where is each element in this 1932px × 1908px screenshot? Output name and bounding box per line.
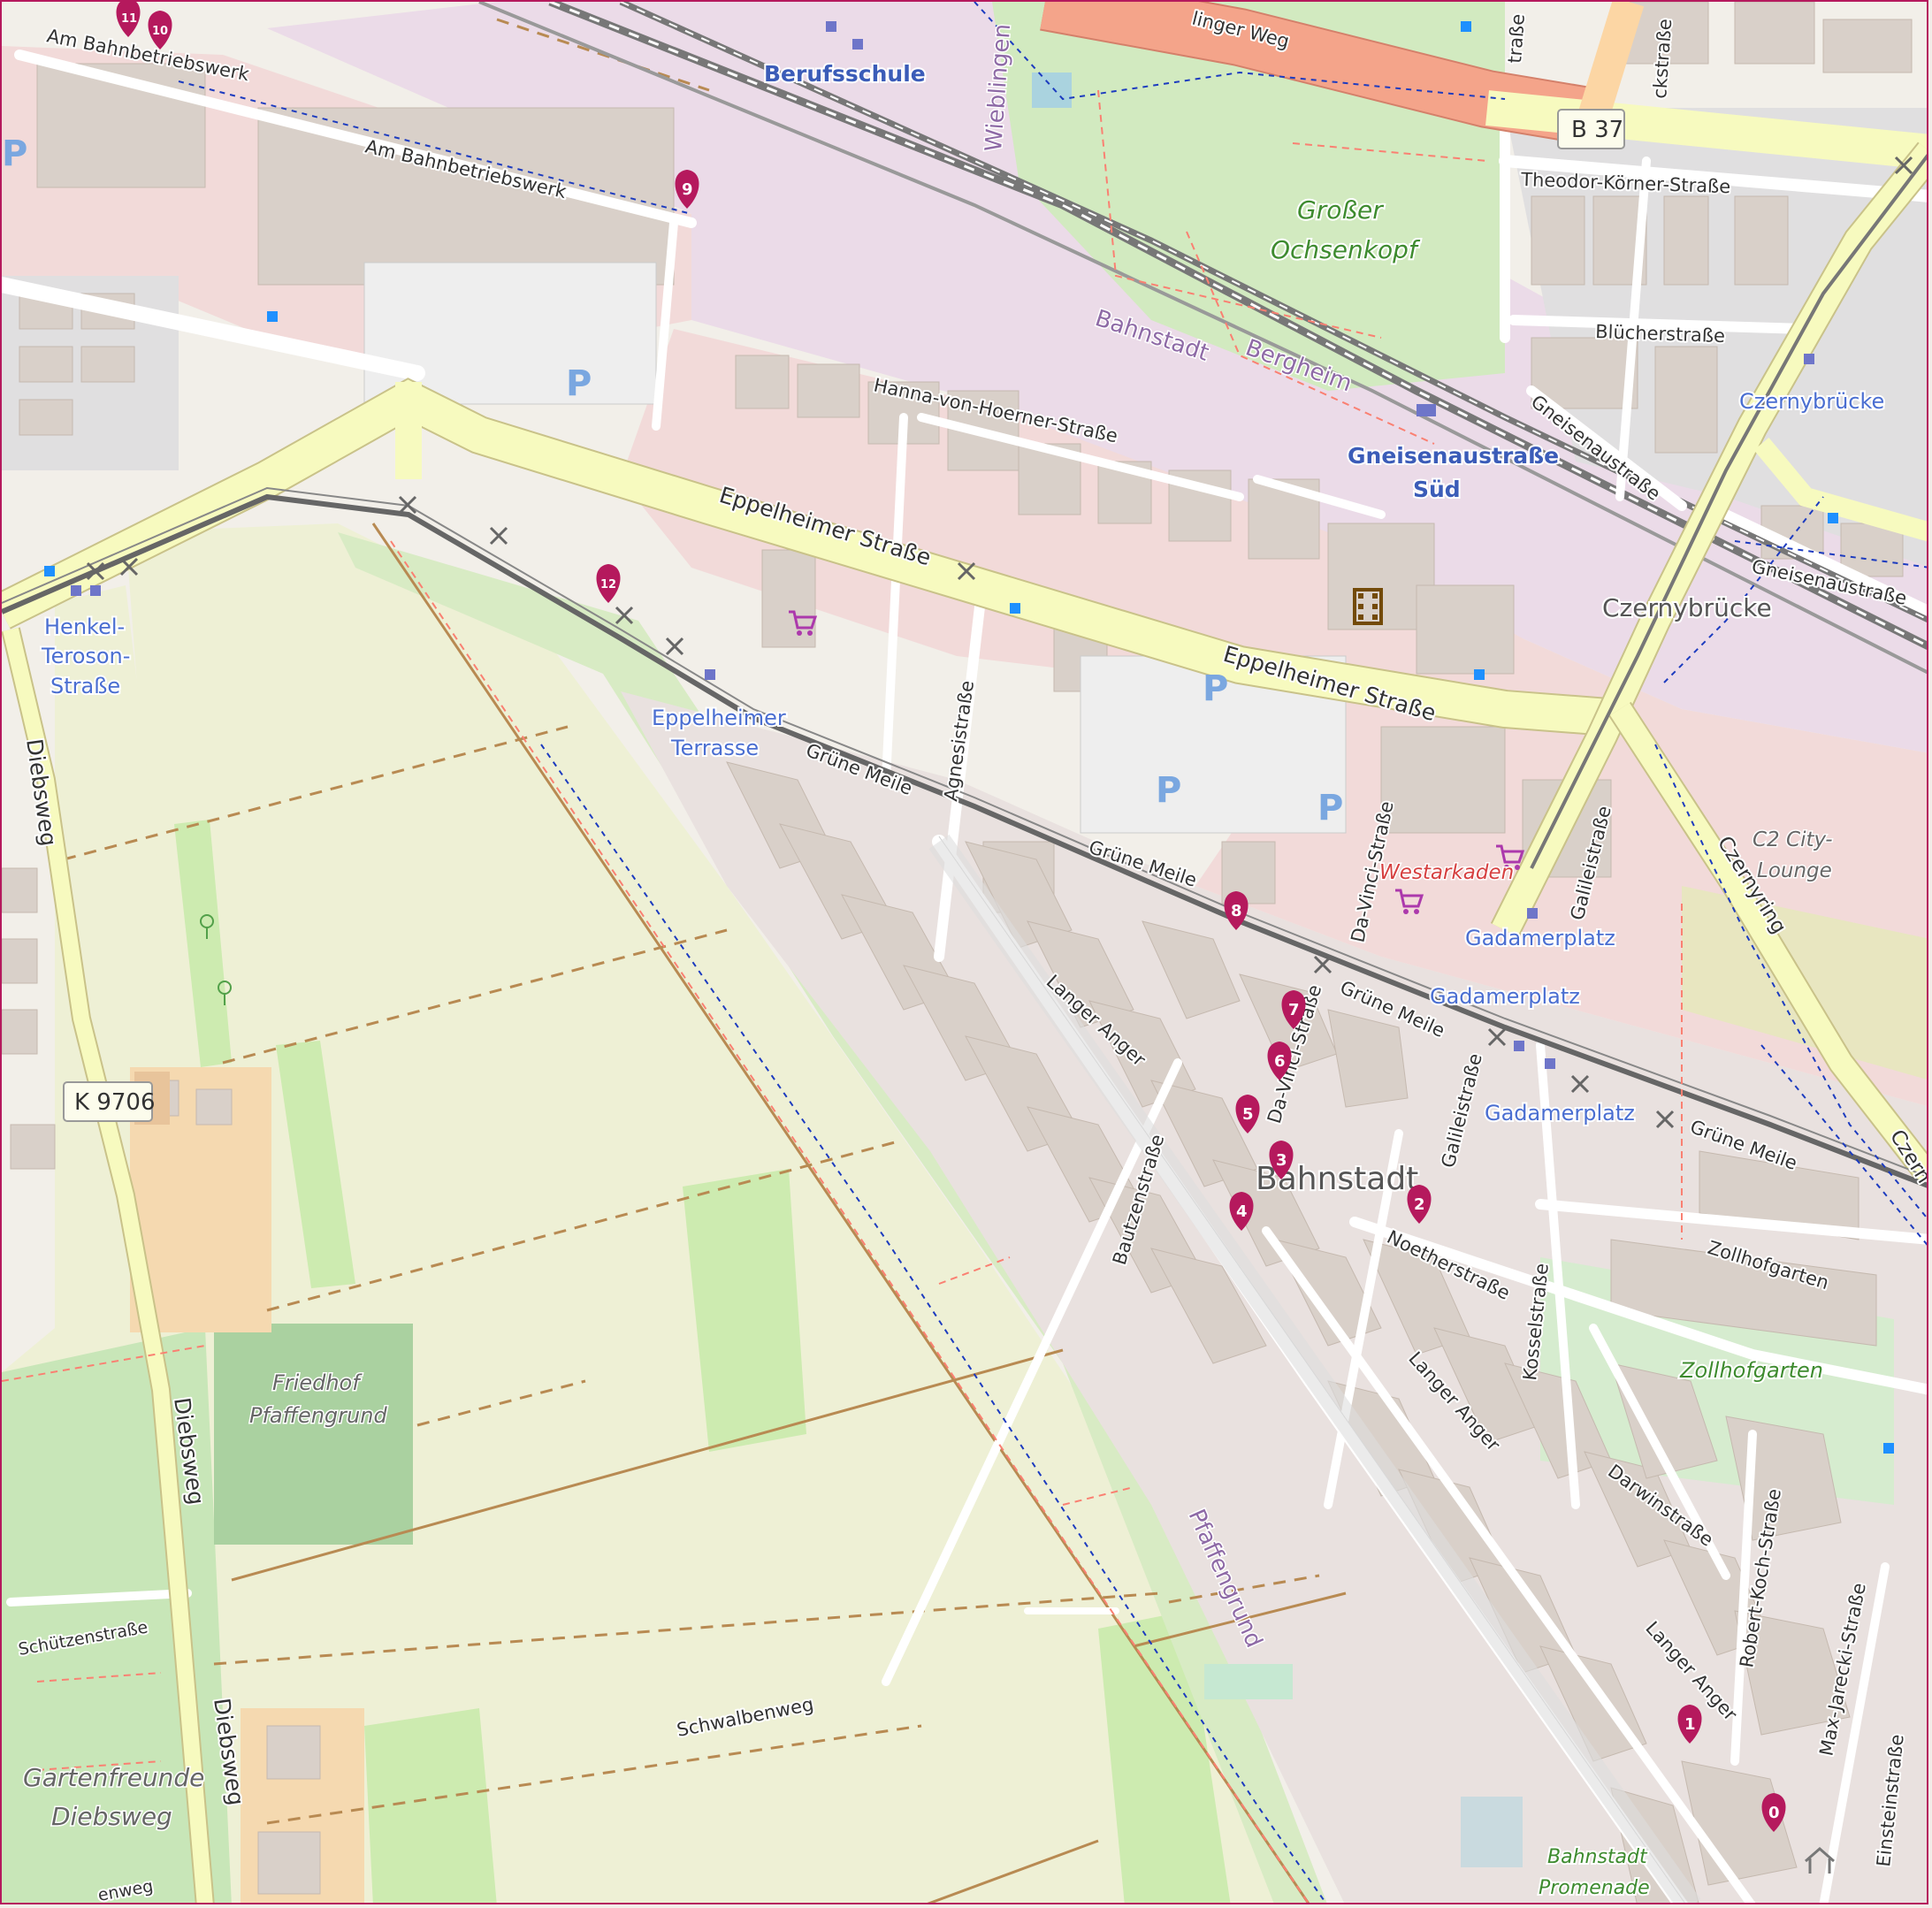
- svg-text:Pfaffengrund: Pfaffengrund: [249, 1403, 387, 1428]
- svg-text:Westarkaden: Westarkaden: [1379, 861, 1514, 884]
- svg-text:4: 4: [1236, 1202, 1248, 1221]
- parking-label: P: [1156, 770, 1181, 811]
- svg-text:Promenade: Promenade: [1539, 1877, 1650, 1899]
- road-shield-b37: B 37: [1557, 109, 1625, 149]
- svg-text:Straße: Straße: [50, 674, 120, 698]
- svg-text:Eppelheimer: Eppelheimer: [652, 706, 786, 730]
- svg-text:Gadamerplatz: Gadamerplatz: [1430, 984, 1580, 1009]
- svg-text:Czernybrücke: Czernybrücke: [1602, 593, 1772, 622]
- svg-text:9: 9: [682, 180, 693, 199]
- cemetery-area: [214, 1324, 413, 1545]
- svg-text:Süd: Süd: [1413, 477, 1461, 502]
- svg-text:Ochsenkopf: Ochsenkopf: [1271, 235, 1421, 264]
- svg-text:8: 8: [1231, 902, 1242, 920]
- svg-text:1: 1: [1684, 1715, 1696, 1734]
- street-label: Blücherstraße: [1595, 321, 1726, 347]
- svg-text:C2 City-: C2 City-: [1753, 828, 1833, 851]
- svg-text:0: 0: [1768, 1804, 1780, 1822]
- svg-text:Zollhofgarten: Zollhofgarten: [1679, 1358, 1823, 1383]
- svg-text:Henkel-: Henkel-: [44, 614, 125, 639]
- pond: [1032, 73, 1072, 108]
- svg-text:7: 7: [1288, 1001, 1300, 1019]
- svg-text:Großer: Großer: [1297, 195, 1384, 225]
- map-viewport[interactable]: P P P P P Am Bahnbetriebswerk Am Bahnbet…: [0, 0, 1928, 1904]
- pond-south: [1461, 1797, 1523, 1867]
- street-label: traße: [1504, 13, 1529, 64]
- pool-area: [1204, 1664, 1293, 1699]
- svg-text:Gneisenaustraße: Gneisenaustraße: [1348, 443, 1559, 469]
- road-shield-k9706: K 9706: [63, 1081, 155, 1122]
- svg-text:B 37: B 37: [1571, 117, 1623, 143]
- svg-text:10: 10: [152, 25, 168, 38]
- svg-text:Terrasse: Terrasse: [670, 736, 759, 760]
- svg-text:5: 5: [1242, 1105, 1254, 1124]
- parking-label: P: [566, 363, 592, 404]
- svg-text:Lounge: Lounge: [1757, 859, 1832, 882]
- svg-text:Gartenfreunde: Gartenfreunde: [23, 1763, 204, 1792]
- svg-text:Gadamerplatz: Gadamerplatz: [1465, 926, 1615, 950]
- parking-label: P: [1203, 668, 1228, 709]
- svg-text:Friedhof: Friedhof: [272, 1370, 363, 1395]
- parking-label: P: [1317, 788, 1343, 828]
- svg-text:11: 11: [121, 12, 137, 26]
- parking-label: P: [2, 134, 27, 174]
- svg-text:Berufsschule: Berufsschule: [764, 61, 926, 87]
- svg-text:K 9706: K 9706: [74, 1089, 155, 1116]
- svg-text:12: 12: [600, 578, 616, 591]
- svg-text:Diebsweg: Diebsweg: [51, 1802, 172, 1831]
- svg-text:2: 2: [1414, 1195, 1425, 1214]
- svg-text:Gadamerplatz: Gadamerplatz: [1485, 1101, 1635, 1126]
- svg-text:Bahnstadt: Bahnstadt: [1547, 1846, 1648, 1868]
- svg-text:3: 3: [1276, 1151, 1287, 1170]
- svg-text:Czernybrücke: Czernybrücke: [1739, 389, 1884, 414]
- svg-text:Teroson-: Teroson-: [41, 644, 130, 668]
- svg-text:6: 6: [1274, 1052, 1286, 1071]
- map-canvas[interactable]: P P P P P Am Bahnbetriebswerk Am Bahnbet…: [2, 2, 1928, 1904]
